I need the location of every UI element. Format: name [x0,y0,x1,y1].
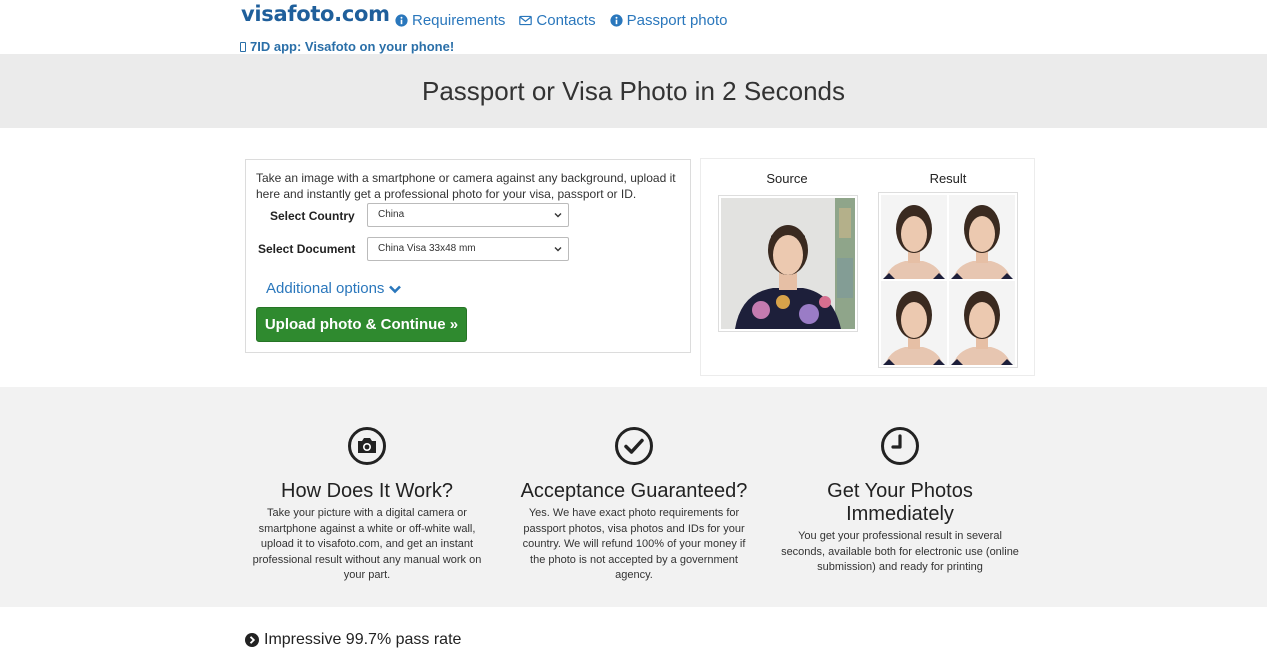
source-photo [718,195,858,332]
nav-contacts[interactable]: Contacts [519,12,596,29]
info-circle-icon [395,14,408,27]
nav-requirements[interactable]: Requirements [395,12,505,29]
nav-contacts-label: Contacts [536,12,596,29]
feature-text: Yes. We have exact photo requirements fo… [522,507,746,581]
features-section: How Does It Work? Take your picture with… [0,387,1267,607]
mobile-phone-icon [240,42,246,52]
feature-title: Get Your Photos Immediately [827,480,973,525]
document-label: Select Document [258,242,356,256]
feature-immediate: Get Your Photos Immediately You get your… [780,427,1020,576]
pass-rate-heading[interactable]: Impressive 99.7% pass rate [245,631,461,649]
additional-options-label: Additional options [266,280,385,297]
result-photo [949,281,1015,365]
result-title: Result [929,171,967,186]
sample-preview-panel: Source Result [700,158,1035,376]
source-title: Source [766,171,808,186]
result-photos-grid [878,192,1018,368]
result-portrait-image [949,281,1015,365]
result-photo [949,195,1015,279]
result-portrait-image [881,195,947,279]
chevron-down-icon [554,247,562,252]
camera-icon [348,427,386,465]
feature-title: How Does It Work? [281,480,453,502]
check-circle-icon [615,427,653,465]
form-intro-text: Take an image with a smartphone or camer… [256,171,676,201]
upload-photo-button[interactable]: Upload photo & Continue » [256,307,467,342]
chevron-down-icon [554,213,562,218]
upload-form-panel: Take an image with a smartphone or camer… [245,159,691,353]
chevron-down-icon [389,285,402,293]
clock-icon [881,427,919,465]
site-logo[interactable]: visafoto.com [241,2,390,26]
result-photo [881,195,947,279]
feature-how-it-works: How Does It Work? Take your picture with… [247,427,487,584]
country-label: Select Country [270,209,355,223]
page-title: Passport or Visa Photo in 2 Seconds [422,76,845,106]
feature-text: You get your professional result in seve… [781,530,1019,573]
envelope-icon [519,15,533,26]
source-portrait-image [721,198,855,329]
app-promo-link[interactable]: 7ID app: Visafoto on your phone! [240,39,454,54]
result-photo [881,281,947,365]
pass-rate-label: Impressive 99.7% pass rate [264,631,462,648]
nav-passport-photo[interactable]: Passport photo [610,12,728,29]
info-circle-icon [610,14,623,27]
feature-title: Acceptance Guaranteed? [520,480,748,502]
feature-acceptance: Acceptance Guaranteed? Yes. We have exac… [514,427,754,584]
document-select[interactable]: China Visa 33x48 mm [367,237,569,261]
nav-requirements-label: Requirements [412,12,506,29]
document-select-value: China Visa 33x48 mm [378,243,476,254]
country-select[interactable]: China [367,203,569,227]
hero-banner: Passport or Visa Photo in 2 Seconds [0,54,1267,128]
feature-text: Take your picture with a digital camera … [252,507,482,581]
additional-options-toggle[interactable]: Additional options [266,280,402,297]
main-nav: Requirements Contacts Passport photo [395,12,728,29]
app-promo-label: 7ID app: Visafoto on your phone! [250,39,455,54]
chevron-circle-right-icon [245,633,259,647]
country-select-value: China [378,209,405,220]
site-header: visafoto.com Requirements Contacts Passp… [0,0,1267,54]
nav-passport-photo-label: Passport photo [626,12,728,29]
result-portrait-image [881,281,947,365]
result-portrait-image [949,195,1015,279]
